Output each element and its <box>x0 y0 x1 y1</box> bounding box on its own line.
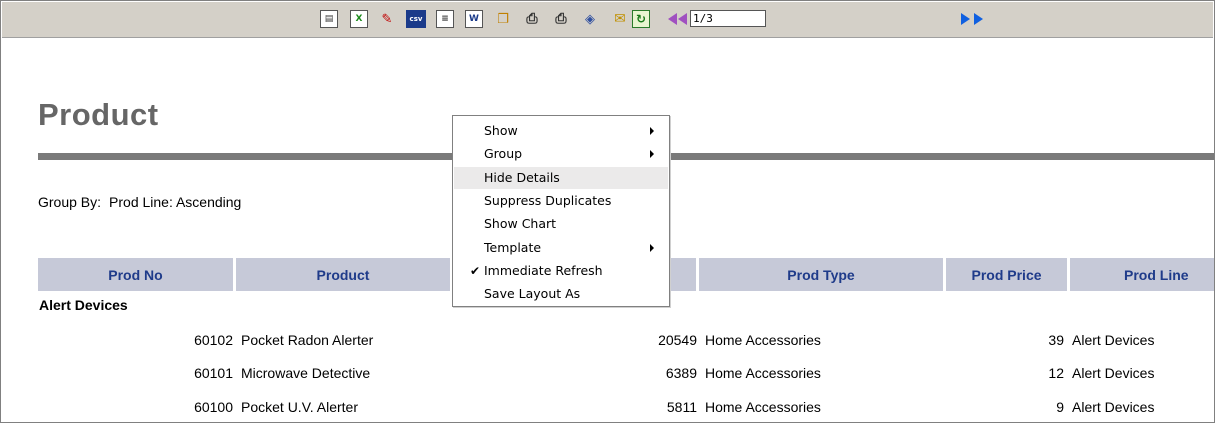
group-by-value: Prod Line: Ascending <box>109 194 242 210</box>
cell-prod-no: 60102 <box>194 332 233 348</box>
report-viewer: ▤ X ✎ csv ≡ W ❐ ⎙ ⎙ ◈ ✉ ↻ 1/3 Product Gr… <box>0 0 1215 423</box>
cell-prod-price: 12 <box>1048 365 1064 381</box>
cell-product: Pocket Radon Alerter <box>241 332 374 348</box>
cell-prod-type: Home Accessories <box>705 365 821 381</box>
submenu-arrow-icon <box>650 244 654 252</box>
column-header-prod-line[interactable]: Prod Line <box>1070 258 1214 291</box>
cell-product: Pocket U.V. Alerter <box>241 399 358 415</box>
next-page-icon[interactable] <box>961 13 970 25</box>
menu-item-label: Show Chart <box>484 216 557 231</box>
cell-quantity: 5811 <box>666 399 697 415</box>
cell-prod-line: Alert Devices <box>1072 332 1155 348</box>
word-export-icon[interactable]: W <box>465 10 483 28</box>
submenu-arrow-icon <box>650 150 654 158</box>
group-header: Alert Devices <box>39 297 128 313</box>
menu-item-label: Show <box>484 123 518 138</box>
menu-item-label: Immediate Refresh <box>484 263 603 278</box>
menu-item-label: Suppress Duplicates <box>484 193 612 208</box>
column-context-menu: Show Group Hide Details Suppress Duplica… <box>452 115 670 307</box>
menu-item-save-layout-as[interactable]: Save Layout As <box>454 283 668 305</box>
group-by-info: Group By: Prod Line: Ascending <box>38 194 241 210</box>
cell-prod-no: 60101 <box>194 365 233 381</box>
column-header-prod-no[interactable]: Prod No <box>38 258 233 291</box>
cell-prod-type: Home Accessories <box>705 332 821 348</box>
email-icon[interactable]: ✉ <box>611 10 629 28</box>
menu-item-group[interactable]: Group <box>454 143 668 165</box>
page-number-input[interactable]: 1/3 <box>690 10 766 27</box>
last-page-icon[interactable] <box>974 13 983 25</box>
menu-item-template[interactable]: Template <box>454 237 668 259</box>
cell-prod-line: Alert Devices <box>1072 365 1155 381</box>
excel-export-icon[interactable]: X <box>350 10 368 28</box>
report-toolbar: ▤ X ✎ csv ≡ W ❐ ⎙ ⎙ ◈ ✉ ↻ 1/3 <box>2 2 1213 38</box>
page-layout-icon[interactable]: ▤ <box>320 10 338 28</box>
cell-prod-price: 39 <box>1048 332 1064 348</box>
cell-product: Microwave Detective <box>241 365 371 381</box>
save-disk-icon[interactable]: ◈ <box>581 10 599 28</box>
cell-prod-type: Home Accessories <box>705 399 821 415</box>
group-by-label: Group By: <box>38 194 102 210</box>
menu-item-label: Template <box>484 240 542 255</box>
menu-item-show-chart[interactable]: Show Chart <box>454 213 668 235</box>
submenu-arrow-icon <box>650 127 654 135</box>
menu-item-label: Hide Details <box>484 170 560 185</box>
print-icon[interactable]: ⎙ <box>523 10 541 28</box>
menu-item-label: Group <box>484 146 523 161</box>
table-row: 60100 Pocket U.V. Alerter 5811 Home Acce… <box>1 398 1214 422</box>
menu-item-suppress-duplicates[interactable]: Suppress Duplicates <box>454 190 668 212</box>
cell-quantity: 20549 <box>658 332 697 348</box>
report-title: Product <box>38 97 159 132</box>
csv-export-icon[interactable]: csv <box>406 10 426 28</box>
column-header-prod-type[interactable]: Prod Type <box>699 258 943 291</box>
table-row: 60101 Microwave Detective 6389 Home Acce… <box>1 364 1214 394</box>
print-all-icon[interactable]: ⎙ <box>552 10 570 28</box>
menu-item-hide-details[interactable]: Hide Details <box>454 167 668 189</box>
cell-quantity: 6389 <box>665 365 697 381</box>
column-header-product[interactable]: Product <box>236 258 450 291</box>
menu-item-show[interactable]: Show <box>454 120 668 142</box>
column-header-prod-price[interactable]: Prod Price <box>946 258 1067 291</box>
first-page-icon[interactable] <box>668 13 677 25</box>
refresh-icon[interactable]: ↻ <box>632 10 650 28</box>
cell-prod-price: 9 <box>1056 399 1064 415</box>
table-row: 60102 Pocket Radon Alerter 20549 Home Ac… <box>1 331 1214 361</box>
menu-item-immediate-refresh[interactable]: ✔ Immediate Refresh <box>454 260 668 282</box>
menu-item-label: Save Layout As <box>484 286 581 301</box>
text-document-icon[interactable]: ≡ <box>436 10 454 28</box>
cell-prod-no: 60100 <box>194 399 233 415</box>
pdf-export-icon[interactable]: ✎ <box>378 10 396 28</box>
checkmark-icon: ✔ <box>470 264 481 278</box>
prev-page-icon[interactable] <box>678 13 687 25</box>
cell-prod-line: Alert Devices <box>1072 399 1155 415</box>
copy-icon[interactable]: ❐ <box>494 10 512 28</box>
